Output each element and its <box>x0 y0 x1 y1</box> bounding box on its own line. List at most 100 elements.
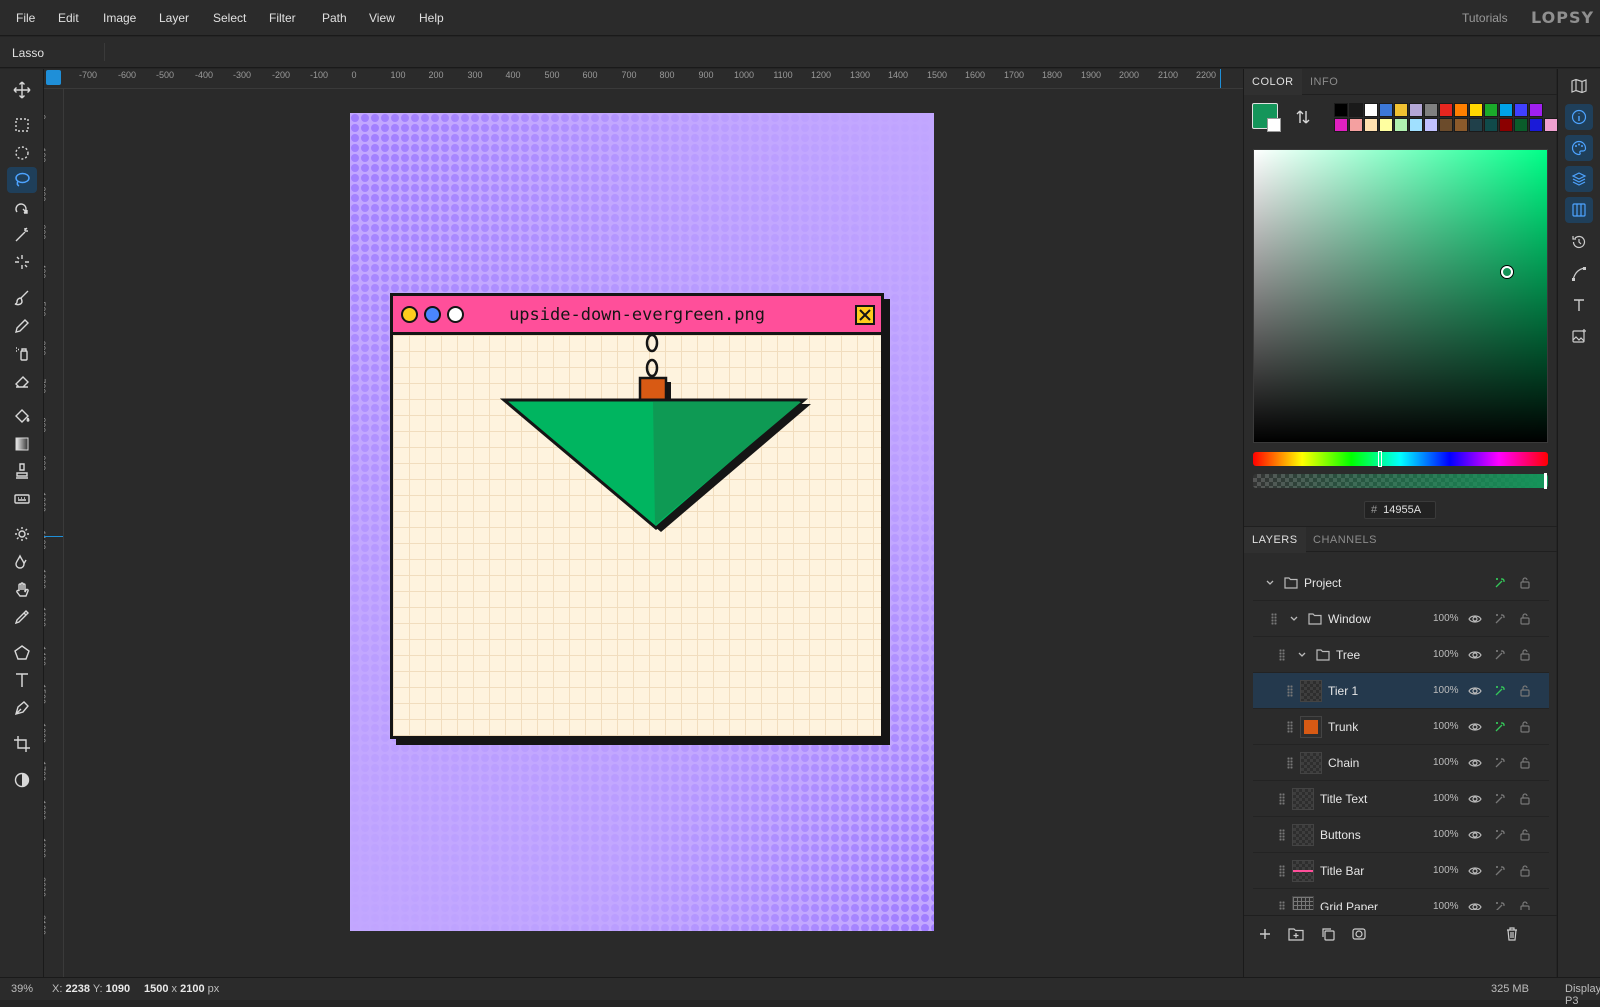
sv-handle[interactable] <box>1500 266 1513 279</box>
layer-row-title-bar[interactable]: Title Bar 100% <box>1253 853 1549 889</box>
drag-handle-icon[interactable] <box>1287 757 1293 769</box>
layer-opacity[interactable]: 100% <box>1433 649 1459 660</box>
bucket-icon[interactable] <box>7 403 37 429</box>
chevron-down-icon[interactable] <box>1289 614 1299 624</box>
palette-swatch[interactable] <box>1484 103 1498 117</box>
effects-icon[interactable] <box>1493 828 1507 842</box>
color-button[interactable] <box>1565 135 1593 161</box>
menu-filter[interactable]: Filter <box>269 11 296 25</box>
eye-icon[interactable] <box>1468 900 1482 910</box>
layer-opacity[interactable]: 100% <box>1433 829 1459 840</box>
palette-swatch[interactable] <box>1394 118 1408 132</box>
character-button[interactable] <box>1565 292 1593 318</box>
palette-swatch[interactable] <box>1364 118 1378 132</box>
pencil-icon[interactable] <box>7 313 37 339</box>
layer-opacity[interactable]: 100% <box>1433 901 1459 910</box>
palette-swatch[interactable] <box>1409 118 1423 132</box>
palette-swatch[interactable] <box>1394 103 1408 117</box>
paths-button[interactable] <box>1565 261 1593 287</box>
eye-icon[interactable] <box>1468 612 1482 626</box>
hex-input[interactable]: #14955A <box>1364 501 1436 519</box>
drag-handle-icon[interactable] <box>1271 613 1277 625</box>
effects-icon[interactable] <box>1493 756 1507 770</box>
eye-icon[interactable] <box>1468 720 1482 734</box>
tab-layers[interactable]: LAYERS <box>1244 527 1306 553</box>
effects-icon[interactable] <box>1493 720 1507 734</box>
palette-swatch[interactable] <box>1499 103 1513 117</box>
image-adjust-button[interactable] <box>1565 323 1593 349</box>
palette-swatch[interactable] <box>1379 103 1393 117</box>
drag-handle-icon[interactable] <box>1279 829 1285 841</box>
layer-row-chain[interactable]: Chain 100% <box>1253 745 1549 781</box>
palette-swatch[interactable] <box>1454 103 1468 117</box>
palette-swatch[interactable] <box>1469 103 1483 117</box>
layer-row-project[interactable]: Project <box>1253 565 1549 601</box>
eye-icon[interactable] <box>1468 756 1482 770</box>
palette-swatch[interactable] <box>1409 103 1423 117</box>
patch-icon[interactable] <box>7 486 37 512</box>
eye-icon[interactable] <box>1468 684 1482 698</box>
palette-swatch[interactable] <box>1514 103 1528 117</box>
effects-icon[interactable] <box>1493 864 1507 878</box>
effects-icon[interactable] <box>1493 576 1507 590</box>
effects-icon[interactable] <box>1493 900 1507 910</box>
rect-select-icon[interactable] <box>7 112 37 138</box>
layer-row-buttons[interactable]: Buttons 100% <box>1253 817 1549 853</box>
lock-icon[interactable] <box>1518 756 1532 770</box>
hand-icon[interactable] <box>7 577 37 603</box>
stamp-icon[interactable] <box>7 458 37 484</box>
layer-row-title-text[interactable]: Title Text 100% <box>1253 781 1549 817</box>
background-color-swatch[interactable] <box>1267 118 1281 132</box>
palette-swatch[interactable] <box>1439 118 1453 132</box>
delete-layer-icon[interactable] <box>1504 926 1520 942</box>
menu-edit[interactable]: Edit <box>58 11 79 25</box>
lock-icon[interactable] <box>1518 612 1532 626</box>
palette-swatch[interactable] <box>1529 103 1543 117</box>
palette-swatch[interactable] <box>1469 118 1483 132</box>
crop-icon[interactable] <box>7 731 37 757</box>
hue-slider[interactable] <box>1253 451 1548 467</box>
tutorials-link[interactable]: Tutorials <box>1462 11 1508 25</box>
effects-icon[interactable] <box>1493 648 1507 662</box>
palette-swatch[interactable] <box>1454 118 1468 132</box>
alpha-handle[interactable] <box>1544 473 1547 489</box>
swap-colors-icon[interactable] <box>1296 109 1310 125</box>
pen-icon[interactable] <box>7 695 37 721</box>
layer-opacity[interactable]: 100% <box>1433 721 1459 732</box>
drag-handle-icon[interactable] <box>1279 865 1285 877</box>
palette-swatch[interactable] <box>1379 118 1393 132</box>
chevron-down-icon[interactable] <box>1297 650 1307 660</box>
ruler-origin-button[interactable] <box>46 70 61 85</box>
polygon-icon[interactable] <box>7 640 37 666</box>
magnetic-lasso-icon[interactable] <box>7 195 37 221</box>
lock-icon[interactable] <box>1518 720 1532 734</box>
palette-swatch[interactable] <box>1484 118 1498 132</box>
palette-swatch[interactable] <box>1334 103 1348 117</box>
layer-opacity[interactable]: 100% <box>1433 757 1459 768</box>
palette-swatch[interactable] <box>1364 103 1378 117</box>
blur-icon[interactable] <box>7 549 37 575</box>
menu-image[interactable]: Image <box>103 11 136 25</box>
eye-icon[interactable] <box>1468 864 1482 878</box>
lock-icon[interactable] <box>1518 684 1532 698</box>
palette-swatch[interactable] <box>1349 103 1363 117</box>
drag-handle-icon[interactable] <box>1279 901 1285 910</box>
palette-swatch[interactable] <box>1439 103 1453 117</box>
ellipse-select-icon[interactable] <box>7 140 37 166</box>
palette-swatch[interactable] <box>1499 118 1513 132</box>
magic-wand-icon[interactable] <box>7 222 37 248</box>
tab-info[interactable]: INFO <box>1302 69 1346 95</box>
eye-icon[interactable] <box>1468 828 1482 842</box>
layer-opacity[interactable]: 100% <box>1433 613 1459 624</box>
contrast-icon[interactable] <box>7 767 37 793</box>
drag-handle-icon[interactable] <box>1287 685 1293 697</box>
document-canvas[interactable]: upside-down-evergreen.png <box>350 113 934 931</box>
layer-opacity[interactable]: 100% <box>1433 685 1459 696</box>
layer-row-trunk[interactable]: Trunk 100% <box>1253 709 1549 745</box>
eraser-icon[interactable] <box>7 368 37 394</box>
mask-icon[interactable] <box>1351 926 1367 942</box>
menu-file[interactable]: File <box>16 11 35 25</box>
brush-icon[interactable] <box>7 285 37 311</box>
palette-swatch[interactable] <box>1349 118 1363 132</box>
lock-icon[interactable] <box>1518 792 1532 806</box>
